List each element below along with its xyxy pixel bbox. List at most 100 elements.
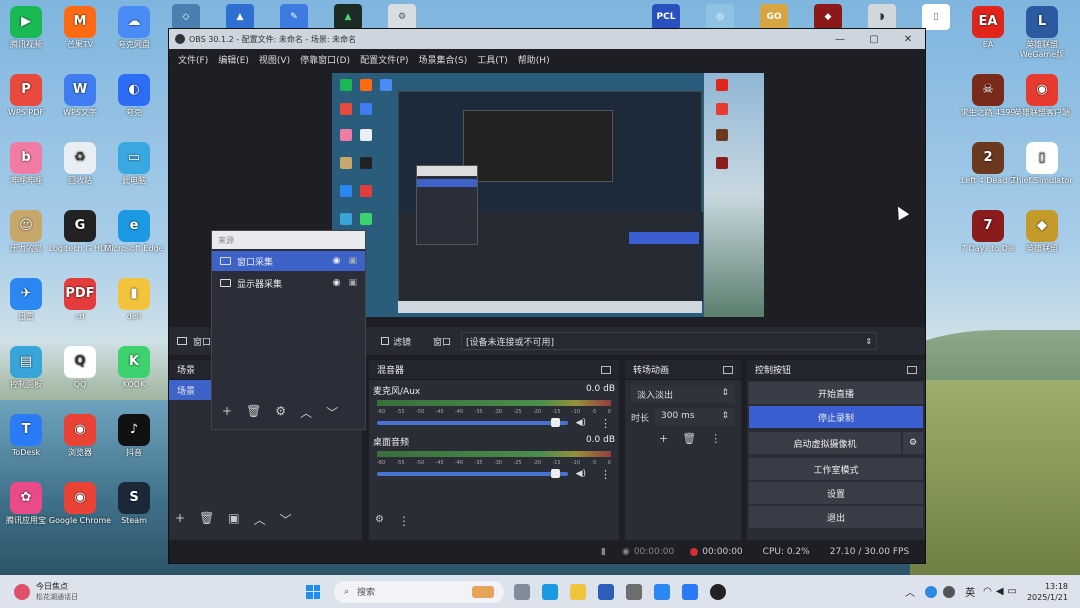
add-transition-button[interactable]: + xyxy=(659,432,668,445)
top-icon[interactable]: ✎ xyxy=(280,4,308,30)
desktop-icon[interactable]: ◉ 英雄联盟客户端 xyxy=(1010,74,1074,118)
tray-chevron-icon[interactable]: ︿ xyxy=(905,584,915,599)
desktop-icon[interactable]: ▯ Thief Simulator xyxy=(1010,142,1074,186)
menu-profile[interactable]: 配置文件(P) xyxy=(360,53,408,66)
desktop-icon[interactable]: e Microsoft Edge xyxy=(102,210,166,254)
source-item-display-capture[interactable]: 显示器采集 ◉ ▣ xyxy=(212,273,365,293)
tray-app-icon[interactable] xyxy=(925,585,938,598)
obs-taskbar-icon[interactable] xyxy=(710,583,726,600)
record-time: 00:00:00 xyxy=(702,547,743,557)
desktop-icon[interactable]: ☁ 夸克网盘 xyxy=(102,6,166,50)
top-icon-pcl[interactable]: PCL xyxy=(652,4,680,30)
sources-title[interactable]: 来源 xyxy=(212,231,365,249)
minimize-button[interactable]: — xyxy=(823,34,857,45)
battery-icon[interactable]: ▭ xyxy=(1008,586,1017,597)
volume-icon[interactable]: ◀ xyxy=(996,586,1004,597)
filters-button[interactable]: 滤镜 xyxy=(393,335,411,348)
move-down-button[interactable]: ﹀ xyxy=(326,404,338,421)
start-streaming-button[interactable]: 开始直播 xyxy=(749,382,923,404)
menu-tools[interactable]: 工具(T) xyxy=(477,53,508,66)
menu-file[interactable]: 文件(F) xyxy=(178,53,208,66)
undock-icon[interactable] xyxy=(723,365,733,374)
move-up-button[interactable]: ︿ xyxy=(300,404,312,421)
speaker-icon[interactable]: ◀) xyxy=(576,469,586,479)
top-icon[interactable]: ◇ xyxy=(172,4,200,30)
mixer-settings-button[interactable]: ⚙ xyxy=(375,514,384,528)
settings-button[interactable]: 设置 xyxy=(749,482,923,504)
virtual-camera-button[interactable]: 启动虚拟摄像机 xyxy=(749,432,901,454)
transition-select[interactable]: 淡入淡出 ⇕ xyxy=(631,385,735,403)
move-down-button[interactable]: ﹀ xyxy=(280,511,292,528)
explorer-taskbar-icon[interactable] xyxy=(570,583,586,600)
stop-recording-button[interactable]: 停止录制 xyxy=(749,406,923,428)
app-icon: L xyxy=(1026,6,1058,38)
top-icon[interactable]: ⚙ xyxy=(388,4,416,30)
scene-filters-button[interactable]: ▣ xyxy=(228,511,239,528)
visibility-eye-icon[interactable]: ◉ xyxy=(333,278,341,288)
search-box[interactable]: ⌕ 搜索 xyxy=(334,580,504,603)
channel-menu-icon[interactable]: ⋮ xyxy=(600,417,611,430)
weather-widget[interactable]: 今日焦点 松花湖通话日 xyxy=(14,582,78,602)
top-icon[interactable]: ◎ xyxy=(706,4,734,30)
virtual-camera-settings-icon[interactable]: ⚙ xyxy=(903,432,923,454)
lock-icon[interactable]: ▣ xyxy=(348,278,357,288)
thunder-taskbar-icon[interactable] xyxy=(654,583,670,600)
menu-help[interactable]: 帮助(H) xyxy=(518,53,550,66)
task-view-icon[interactable] xyxy=(514,583,530,600)
desktop-icon[interactable]: K KOOK xyxy=(102,346,166,390)
volume-slider[interactable] xyxy=(377,469,568,478)
source-properties-button[interactable]: ⚙ xyxy=(275,404,286,421)
menu-scene-collection[interactable]: 场景集合(S) xyxy=(419,53,468,66)
window-select[interactable]: [设备未连接或不可用] ⇕ xyxy=(461,332,878,350)
scene-item[interactable]: 场景 xyxy=(169,380,211,400)
desktop-icon[interactable]: ◐ 夸克 xyxy=(102,74,166,118)
menu-docks[interactable]: 停靠窗口(D) xyxy=(300,53,350,66)
add-scene-button[interactable]: + xyxy=(175,511,185,528)
word-taskbar-icon[interactable] xyxy=(598,583,614,600)
desktop-icon[interactable]: ▭ 此电脑 xyxy=(102,142,166,186)
app2-taskbar-icon[interactable] xyxy=(682,583,698,600)
top-icon[interactable]: ▲ xyxy=(334,4,362,30)
obs-titlebar[interactable]: OBS 30.1.2 - 配置文件: 未命名 - 场景: 未命名 — ▢ ✕ xyxy=(169,29,925,49)
transition-menu-button[interactable]: ⋮ xyxy=(710,432,721,445)
desktop-icon[interactable]: ▮ dell xyxy=(102,278,166,322)
undock-icon[interactable] xyxy=(907,365,917,374)
mixer-menu-button[interactable]: ⋮ xyxy=(398,514,410,528)
close-button[interactable]: ✕ xyxy=(891,34,925,45)
remove-source-button[interactable]: 🗑 xyxy=(246,404,261,421)
preview-canvas[interactable] xyxy=(332,73,764,317)
top-icon[interactable]: GO xyxy=(760,4,788,30)
duration-input[interactable]: 300 ms ⇕ xyxy=(655,408,735,426)
tray-app2-icon[interactable] xyxy=(943,585,956,598)
desktop-icon[interactable]: ◆ 英雄联盟 xyxy=(1010,210,1074,254)
menu-edit[interactable]: 编辑(E) xyxy=(218,53,249,66)
menu-view[interactable]: 视图(V) xyxy=(259,53,290,66)
wifi-icon[interactable]: ◠ xyxy=(983,586,992,597)
maximize-button[interactable]: ▢ xyxy=(857,34,891,45)
edge-taskbar-icon[interactable] xyxy=(542,583,558,600)
ime-indicator[interactable]: 英 xyxy=(965,584,975,599)
remove-transition-button[interactable]: 🗑 xyxy=(682,432,696,445)
studio-mode-button[interactable]: 工作室模式 xyxy=(749,458,923,480)
desktop-icon[interactable]: S Steam xyxy=(102,482,166,526)
move-up-button[interactable]: ︿ xyxy=(254,511,266,528)
source-item-window-capture[interactable]: 窗口采集 ◉ ▣ xyxy=(212,251,365,271)
lock-icon[interactable]: ▣ xyxy=(348,256,357,266)
remove-scene-button[interactable]: 🗑 xyxy=(199,511,214,528)
top-icon[interactable]: ◗ xyxy=(868,4,896,30)
top-icon[interactable]: ▯ xyxy=(922,4,950,30)
channel-menu-icon[interactable]: ⋮ xyxy=(600,468,611,481)
app-taskbar-icon[interactable] xyxy=(626,583,642,600)
speaker-icon[interactable]: ◀) xyxy=(576,418,586,428)
desktop-icon[interactable]: ♪ 抖音 xyxy=(102,414,166,458)
top-icon[interactable]: ▲ xyxy=(226,4,254,30)
add-source-button[interactable]: + xyxy=(222,404,232,421)
volume-slider[interactable] xyxy=(377,418,568,427)
desktop-icon[interactable]: L 英雄联盟 WeGame版 xyxy=(1010,6,1074,60)
start-button[interactable] xyxy=(306,584,320,599)
top-icon[interactable]: ◆ xyxy=(814,4,842,30)
exit-button[interactable]: 退出 xyxy=(749,506,923,528)
clock[interactable]: 13:18 2025/1/21 xyxy=(1027,581,1068,603)
undock-icon[interactable] xyxy=(601,365,611,374)
visibility-eye-icon[interactable]: ◉ xyxy=(333,256,341,266)
